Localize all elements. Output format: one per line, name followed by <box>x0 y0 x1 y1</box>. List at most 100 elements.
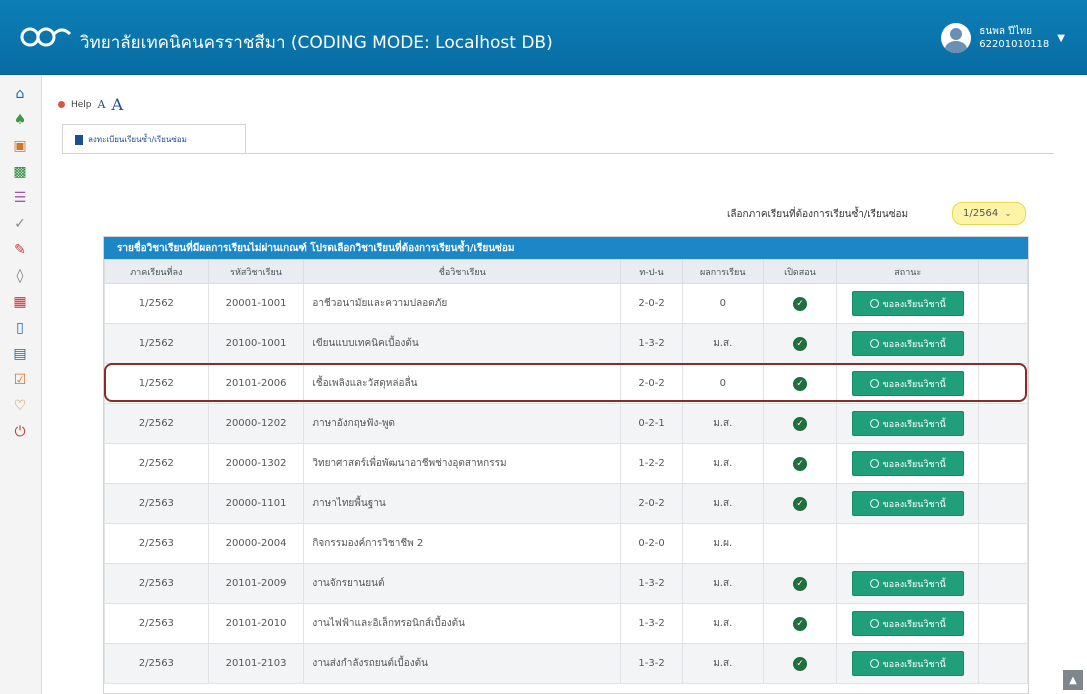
cell-open: ✓ <box>762 643 838 684</box>
top-bar: วิทยาลัยเทคนิคนครราชสีมา (CODING MODE: L… <box>0 0 1087 75</box>
help-row: Help A A <box>58 95 123 114</box>
document-icon[interactable]: ▯ <box>9 317 31 339</box>
cell-extra <box>978 323 1028 364</box>
clock-icon <box>869 579 879 588</box>
cell-extra <box>978 603 1028 644</box>
col-header-open: เปิดสอน <box>762 259 838 284</box>
cell-code: 20001-1001 <box>207 283 305 324</box>
card-icon[interactable]: ▤ <box>9 343 31 365</box>
semester-label: เลือกภาคเรียนที่ต้องการเรียนซ้ำ/เรียนซ่อ… <box>727 209 909 220</box>
table-row: 2/2562 20000-1302 วิทยาศาสตร์เพื่อพัฒนาอาช… <box>104 443 1028 484</box>
cell-extra <box>978 563 1028 604</box>
check-circle-icon: ✓ <box>792 496 807 511</box>
request-enroll-button[interactable]: ขอลงเรียนวิชานี้ <box>851 331 964 356</box>
scroll-top-button[interactable]: ▲ <box>1063 670 1083 690</box>
table-row: 2/2563 20000-1101 ภาษาไทยพื้นฐาน 2-0-2 ม.ส. ✓… <box>104 483 1028 524</box>
col-header-code: รหัสวิชาเรียน <box>207 259 305 284</box>
request-enroll-label: ขอลงเรียนวิชานี้ <box>882 419 946 430</box>
request-enroll-label: ขอลงเรียนวิชานี้ <box>882 659 946 670</box>
power-icon[interactable]: ⏻ <box>9 421 31 443</box>
request-enroll-label: ขอลงเรียนวิชานี้ <box>882 299 946 310</box>
tab-label: ลงทะเบียนเรียนซ้ำ/เรียนซ่อม <box>88 135 187 144</box>
semester-value: 1/2564 <box>963 208 999 219</box>
chevron-down-icon: ⌄ <box>1004 208 1012 219</box>
cell-open: ✓ <box>762 363 838 404</box>
tab-retake[interactable]: ลงทะเบียนเรียนซ้ำ/เรียนซ่อม <box>62 124 246 154</box>
request-enroll-button[interactable]: ขอลงเรียนวิชานี้ <box>851 571 964 596</box>
request-enroll-label: ขอลงเรียนวิชานี้ <box>882 499 946 510</box>
cell-semester: 2/2563 <box>104 523 209 564</box>
col-header-tpn: ท-ป-น <box>620 259 683 284</box>
table-row: 1/2562 20101-2006 เชื้อเพลิงและวัสดุหล่อลื… <box>104 363 1028 404</box>
logo-icon <box>20 27 72 47</box>
home-icon[interactable]: ⌂ <box>9 83 31 105</box>
cell-semester: 2/2562 <box>104 443 209 484</box>
request-enroll-button[interactable]: ขอลงเรียนวิชานี้ <box>851 371 964 396</box>
pencil-icon[interactable]: ✎ <box>9 239 31 261</box>
cell-grade: ม.ส. <box>681 643 764 684</box>
request-enroll-label: ขอลงเรียนวิชานี้ <box>882 379 946 390</box>
course-table: ภาคเรียนที่ลง รหัสวิชาเรียน ชื่อวิชาเรีย… <box>104 259 1028 684</box>
cell-name: เขียนแบบเทคนิคเบื้องต้น <box>303 323 622 364</box>
cell-semester: 2/2563 <box>104 563 209 604</box>
help-icon[interactable] <box>58 101 65 108</box>
clock-icon <box>869 379 879 388</box>
table-row: 2/2563 20101-2103 งานส่งกำลังรถยนต์เบื้องต… <box>104 643 1028 684</box>
clock-icon <box>869 299 879 308</box>
check-circle-icon: ✓ <box>792 416 807 431</box>
cell-tpn: 2-0-2 <box>620 283 683 324</box>
table-row: 2/2563 20101-2010 งานไฟฟ้าและอิเล็กทรอนิกส… <box>104 603 1028 644</box>
list-icon[interactable]: ☰ <box>9 187 31 209</box>
cell-name: งานไฟฟ้าและอิเล็กทรอนิกส์เบื้องต้น <box>303 603 622 644</box>
font-increase-button[interactable]: A <box>111 95 123 114</box>
cell-status: ขอลงเรียนวิชานี้ <box>836 563 980 604</box>
cell-tpn: 2-0-2 <box>620 483 683 524</box>
request-enroll-button[interactable]: ขอลงเรียนวิชานี้ <box>851 651 964 676</box>
cell-status <box>836 523 980 564</box>
cell-name: เชื้อเพลิงและวัสดุหล่อลื่น <box>303 363 622 404</box>
cell-tpn: 1-3-2 <box>620 563 683 604</box>
check-icon[interactable]: ✓ <box>9 213 31 235</box>
avatar[interactable] <box>941 23 972 53</box>
cell-semester: 2/2563 <box>104 643 209 684</box>
help-link[interactable]: Help <box>71 100 92 110</box>
clock-icon <box>869 499 879 508</box>
request-enroll-button[interactable]: ขอลงเรียนวิชานี้ <box>851 291 964 316</box>
cell-grade: ม.ส. <box>681 443 764 484</box>
eraser-icon[interactable]: ◊ <box>9 265 31 287</box>
cell-name: งานจักรยานยนต์ <box>303 563 622 604</box>
request-enroll-button[interactable]: ขอลงเรียนวิชานี้ <box>851 411 964 436</box>
cell-code: 20101-2006 <box>207 363 305 404</box>
cell-name: อาชีวอนามัยและความปลอดภัย <box>303 283 622 324</box>
col-header-extra <box>978 259 1028 284</box>
table-title: รายชื่อวิชาเรียนที่มีผลการเรียนไม่ผ่านเก… <box>104 237 1028 259</box>
check-circle-icon: ✓ <box>792 336 807 351</box>
caret-down-icon[interactable]: ▼ <box>1057 33 1065 44</box>
request-enroll-button[interactable]: ขอลงเรียนวิชานี้ <box>851 491 964 516</box>
check-circle-icon: ✓ <box>792 456 807 471</box>
cell-semester: 2/2563 <box>104 483 209 524</box>
form-icon[interactable]: ☑ <box>9 369 31 391</box>
request-enroll-button[interactable]: ขอลงเรียนวิชานี้ <box>851 611 964 636</box>
font-decrease-button[interactable]: A <box>98 98 106 111</box>
clock-icon <box>869 619 879 628</box>
semester-select[interactable]: 1/2564 ⌄ <box>952 202 1026 225</box>
table-icon[interactable]: ▦ <box>9 291 31 313</box>
cell-semester: 1/2562 <box>104 323 209 364</box>
cell-status: ขอลงเรียนวิชานี้ <box>836 483 980 524</box>
cell-tpn: 1-2-2 <box>620 443 683 484</box>
chart-icon[interactable]: ▩ <box>9 161 31 183</box>
cell-code: 20000-1101 <box>207 483 305 524</box>
book-icon[interactable]: ▣ <box>9 135 31 157</box>
user-icon[interactable]: ♠ <box>9 109 31 131</box>
table-row: 2/2563 20101-2009 งานจักรยานยนต์ 1-3-2 ม.ส. ✓… <box>104 563 1028 604</box>
course-table-panel: รายชื่อวิชาเรียนที่มีผลการเรียนไม่ผ่านเก… <box>103 236 1029 694</box>
sidebar: ⌂ ♠ ▣ ▩ ☰ ✓ ✎ ◊ ▦ ▯ ▤ ☑ ♡ ⏻ <box>0 75 42 694</box>
cell-tpn: 0-2-0 <box>620 523 683 564</box>
request-enroll-button[interactable]: ขอลงเรียนวิชานี้ <box>851 451 964 476</box>
cell-grade: 0 <box>681 283 764 324</box>
user-menu[interactable]: ธนพล ปีไทย 62201010118 ▼ <box>941 18 1065 58</box>
cell-open <box>762 523 838 564</box>
cell-grade: ม.ส. <box>681 483 764 524</box>
heart-icon[interactable]: ♡ <box>9 395 31 417</box>
